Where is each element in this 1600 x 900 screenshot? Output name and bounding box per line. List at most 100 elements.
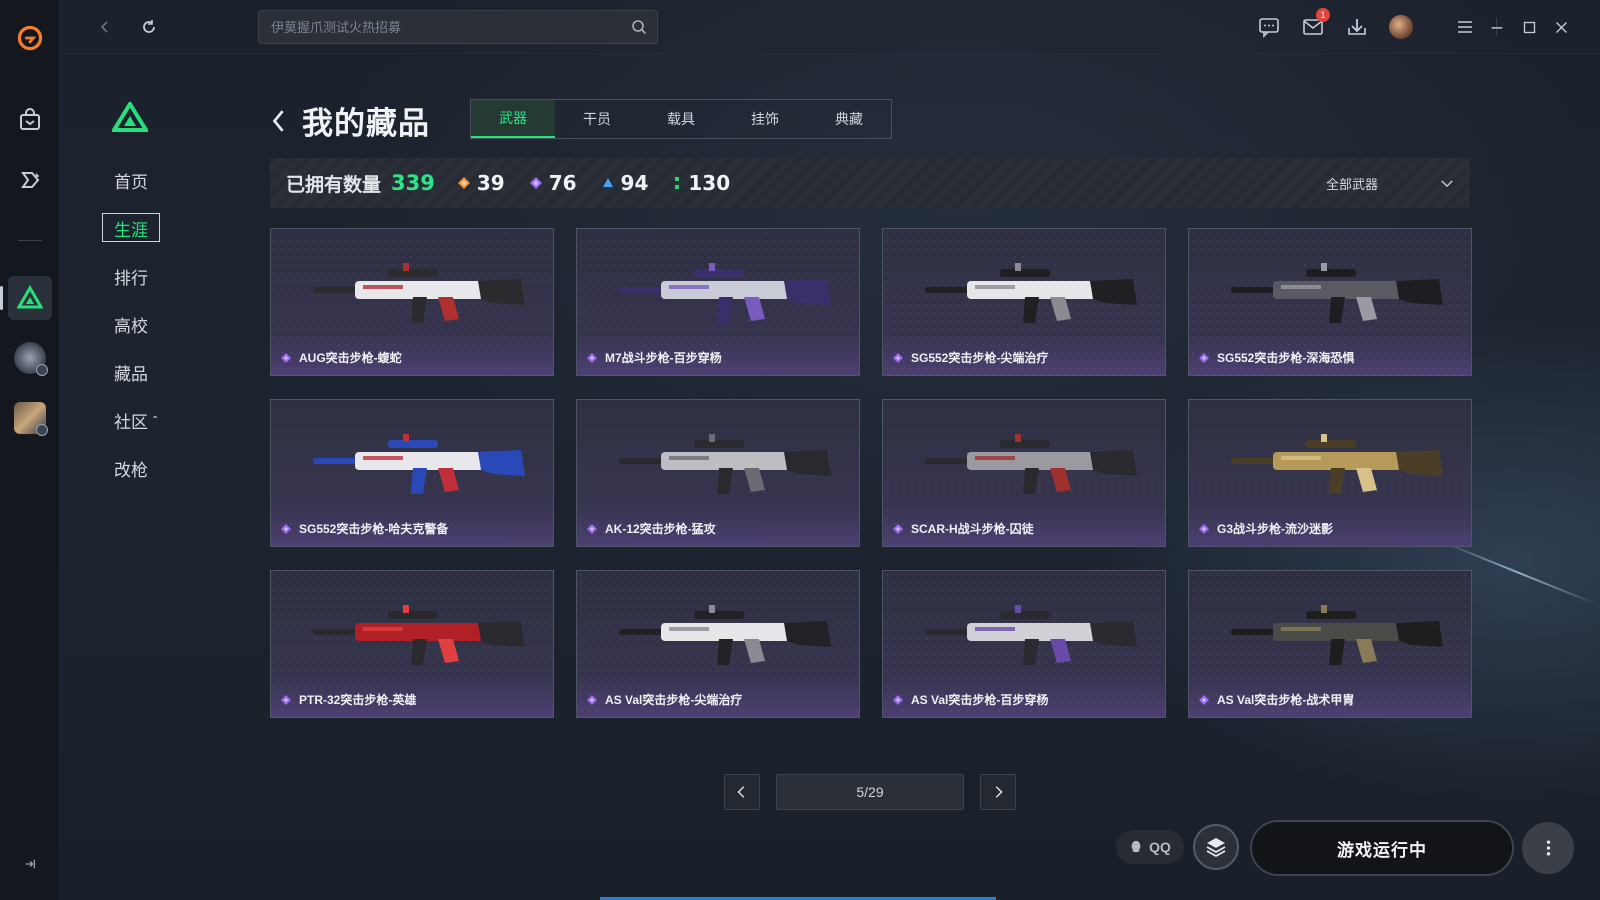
- kebab-menu-icon: [1546, 840, 1550, 856]
- app-logo-icon[interactable]: [8, 16, 52, 60]
- weapon-skin-card[interactable]: G3战斗步枪-流沙迷影: [1188, 399, 1472, 547]
- weapon-image: [1231, 605, 1443, 665]
- tier-count: 130: [688, 171, 731, 195]
- nav-item-college[interactable]: 高校: [100, 300, 180, 348]
- page-header: 我的藏品: [270, 98, 430, 143]
- game-running-button[interactable]: 游戏运行中: [1250, 820, 1514, 876]
- weapon-skin-card[interactable]: SG552突击步枪-深海恐惧: [1188, 228, 1472, 376]
- weapon-image: [313, 434, 525, 494]
- weapon-skin-card[interactable]: SG552突击步枪-尖端治疗: [882, 228, 1166, 376]
- title-bar: 1: [60, 0, 1600, 54]
- weapon-image: [1231, 434, 1443, 494]
- weapon-skin-name: AS Val突击步枪-尖端治疗: [587, 691, 742, 708]
- tab-collectibles[interactable]: 典藏: [807, 100, 891, 138]
- weapon-skin-card[interactable]: PTR-32突击步枪-英雄: [270, 570, 554, 718]
- weapon-image: [619, 263, 831, 323]
- weapon-image: [619, 605, 831, 665]
- back-chevron-icon[interactable]: [270, 101, 298, 141]
- weapon-skin-name: AS Val突击步枪-百步穿杨: [893, 691, 1048, 708]
- weapon-skin-name: PTR-32突击步枪-英雄: [281, 691, 416, 708]
- orange-diamond-icon: [457, 177, 470, 189]
- weapon-image: [619, 434, 831, 494]
- next-page-button[interactable]: [980, 774, 1016, 810]
- chevron-down-icon: [1440, 176, 1454, 191]
- tier-stat-blue: 94: [601, 171, 648, 195]
- weapon-image: [1231, 263, 1443, 323]
- weapon-filter-dropdown[interactable]: 全部武器: [1326, 158, 1454, 208]
- caret-up-icon: ⌃: [151, 414, 160, 426]
- tier-count: 76: [548, 171, 577, 195]
- close-icon[interactable]: [1548, 14, 1574, 40]
- page-title: 我的藏品: [302, 106, 430, 141]
- weapon-skin-card[interactable]: AK-12突击步枪-猛攻: [576, 399, 860, 547]
- weapon-skin-name: SG552突击步枪-哈夫克警备: [281, 520, 448, 537]
- purple-diamond-icon: [587, 694, 597, 705]
- maximize-icon[interactable]: [1516, 14, 1542, 40]
- tier-stat-orange: 39: [457, 171, 505, 195]
- chat-icon[interactable]: [1256, 14, 1282, 40]
- minimize-icon[interactable]: [1484, 14, 1510, 40]
- tab-vehicles[interactable]: 载具: [639, 100, 723, 138]
- weapon-skin-card[interactable]: SCAR-H战斗步枪-囚徒: [882, 399, 1166, 547]
- green-tier-icon: [675, 177, 680, 189]
- game-characters-icon[interactable]: [8, 396, 52, 440]
- weapon-skin-label: AUG突击步枪-蝮蛇: [299, 351, 402, 365]
- nav-item-career[interactable]: 生涯: [100, 204, 180, 252]
- qq-label: QQ: [1149, 839, 1171, 855]
- weapon-skin-label: SG552突击步枪-哈夫克警备: [299, 522, 449, 536]
- weapon-skin-label: AK-12突击步枪-猛攻: [605, 522, 716, 536]
- weapon-skin-name: SG552突击步枪-尖端治疗: [893, 349, 1048, 366]
- weapon-skin-name: SCAR-H战斗步枪-囚徒: [893, 520, 1034, 537]
- game-icon-button[interactable]: [1193, 824, 1239, 870]
- nav-item-collection[interactable]: 藏品: [100, 348, 180, 396]
- nav-item-label: 高校: [114, 316, 148, 336]
- weapon-skin-card[interactable]: SG552突击步枪-哈夫克警备: [270, 399, 554, 547]
- user-avatar[interactable]: [1388, 14, 1414, 40]
- weapon-skin-label: AS Val突击步枪-战术甲胄: [1217, 693, 1355, 707]
- qq-login-button[interactable]: QQ: [1116, 830, 1184, 864]
- chevron-left-icon: [737, 786, 745, 798]
- games-tag-icon[interactable]: [8, 158, 52, 202]
- weapon-skin-label: AS Val突击步枪-尖端治疗: [605, 693, 743, 707]
- weapon-skin-label: G3战斗步枪-流沙迷影: [1217, 522, 1334, 536]
- tab-weapons[interactable]: 武器: [471, 100, 555, 138]
- search-input[interactable]: [271, 19, 611, 35]
- nav-item-label: 首页: [114, 172, 148, 192]
- search-icon[interactable]: [631, 19, 647, 38]
- collapse-sidebar-icon[interactable]: [20, 854, 40, 874]
- weapon-skin-name: AK-12突击步枪-猛攻: [587, 520, 716, 537]
- weapon-skin-card[interactable]: M7战斗步枪-百步穿杨: [576, 228, 860, 376]
- nav-item-label: 改枪: [114, 460, 148, 480]
- menu-icon[interactable]: [1452, 14, 1478, 40]
- tab-charms[interactable]: 挂饰: [723, 100, 807, 138]
- weapon-skin-card[interactable]: AS Val突击步枪-战术甲胄: [1188, 570, 1472, 718]
- nav-item-gunsmith[interactable]: 改枪: [100, 444, 180, 492]
- search-bar[interactable]: [258, 10, 658, 44]
- weapon-image: [925, 434, 1137, 494]
- weapon-skin-card[interactable]: AS Val突击步枪-尖端治疗: [576, 570, 860, 718]
- nav-item-label: 社区: [114, 412, 148, 432]
- download-manager-icon[interactable]: [1344, 14, 1370, 40]
- purple-diamond-icon: [587, 523, 597, 534]
- page-indicator: 5/29: [776, 774, 964, 810]
- weapon-skin-card[interactable]: AS Val突击步枪-百步穿杨: [882, 570, 1166, 718]
- delta-force-game-icon[interactable]: [8, 276, 52, 320]
- purple-diamond-icon: [1199, 694, 1209, 705]
- store-bag-icon[interactable]: [8, 98, 52, 142]
- back-arrow-icon[interactable]: [92, 14, 118, 40]
- weapon-image: [313, 605, 525, 665]
- nav-item-ranking[interactable]: 排行: [100, 252, 180, 300]
- purple-diamond-icon: [529, 177, 542, 189]
- nav-item-community[interactable]: 社区 ⌃: [100, 396, 180, 444]
- refresh-icon[interactable]: [136, 14, 162, 40]
- nav-item-home[interactable]: 首页: [100, 156, 180, 204]
- tab-operators[interactable]: 干员: [555, 100, 639, 138]
- prev-page-button[interactable]: [724, 774, 760, 810]
- weapon-skin-card[interactable]: AUG突击步枪-蝮蛇: [270, 228, 554, 376]
- weapon-skin-label: AS Val突击步枪-百步穿杨: [911, 693, 1049, 707]
- unread-badge: 1: [1316, 8, 1330, 22]
- game-helmet-icon[interactable]: [8, 336, 52, 380]
- more-options-button[interactable]: [1522, 822, 1574, 874]
- mail-icon[interactable]: 1: [1300, 8, 1330, 40]
- collection-stats-bar: 已拥有数量 339 39 76 94 130 全部武器: [270, 158, 1470, 208]
